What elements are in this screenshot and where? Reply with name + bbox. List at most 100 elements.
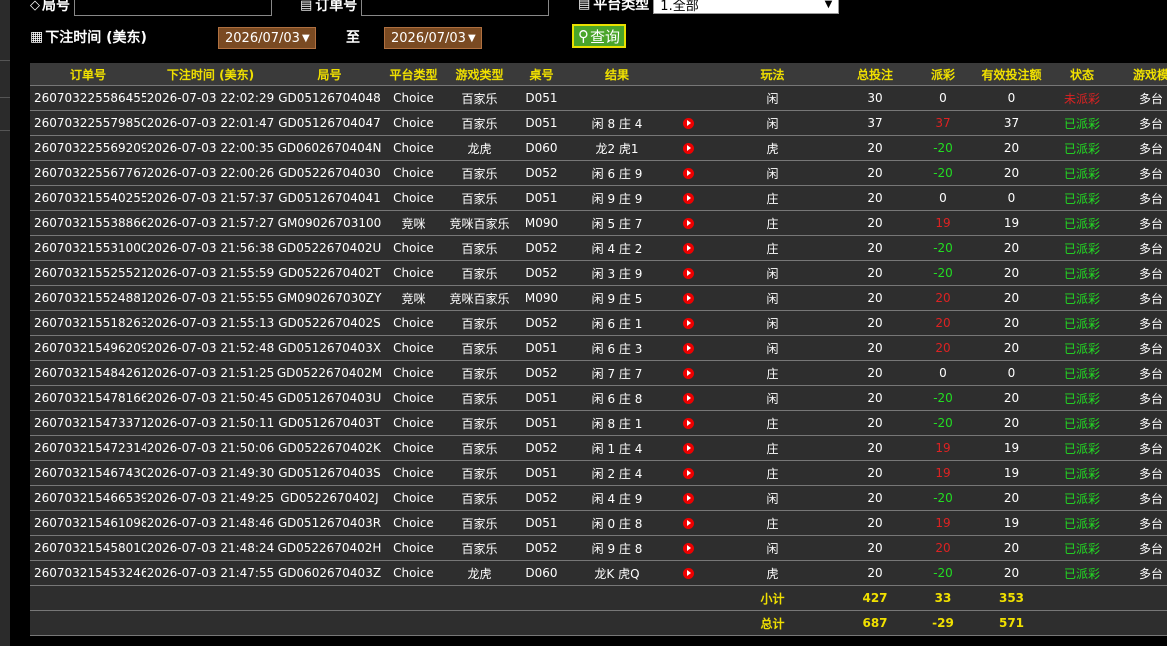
platform-select[interactable]: 1.全部 ▼	[653, 0, 840, 14]
cell-order: 260703225569209	[30, 135, 146, 161]
play-video-icon[interactable]	[683, 393, 694, 404]
date-from-picker[interactable]: 2026/07/03 ▼	[218, 27, 316, 49]
cell-round: GD0512670403U	[275, 385, 384, 411]
cell-replay[interactable]	[667, 160, 710, 186]
cell-order: 260703215458010	[30, 535, 146, 561]
play-video-icon[interactable]	[683, 468, 694, 479]
cell-replay[interactable]	[667, 335, 710, 361]
chevron-down-icon: ▼	[824, 0, 833, 10]
cell-round: GM09026703100	[275, 210, 384, 236]
cell-bet: 37	[835, 110, 915, 136]
cell-replay[interactable]	[667, 185, 710, 211]
play-video-icon[interactable]	[683, 343, 694, 354]
cell-table: D051	[516, 410, 567, 436]
play-video-icon[interactable]	[683, 143, 694, 154]
play-video-icon[interactable]	[683, 293, 694, 304]
play-video-icon[interactable]	[683, 418, 694, 429]
play-video-icon[interactable]	[683, 193, 694, 204]
col-payout: 派彩	[915, 63, 971, 86]
play-video-icon[interactable]	[683, 218, 694, 229]
table-row: 260703215458010 2026-07-03 21:48:24 GD0522…	[30, 535, 1167, 561]
cell-round: GD0522670402U	[275, 235, 384, 261]
cell-game: 百家乐	[443, 185, 516, 211]
date-to-picker[interactable]: 2026/07/03 ▼	[384, 27, 482, 49]
cell-table: D052	[516, 360, 567, 386]
play-video-icon[interactable]	[683, 318, 694, 329]
cell-bet: 20	[835, 210, 915, 236]
order-input[interactable]	[361, 0, 550, 16]
cell-bet: 20	[835, 135, 915, 161]
play-video-icon[interactable]	[683, 368, 694, 379]
cell-replay[interactable]	[667, 460, 710, 486]
cell-round: GD05226704030	[275, 160, 384, 186]
cell-payout: 20	[915, 535, 971, 561]
cell-game: 百家乐	[443, 410, 516, 436]
col-platform: 平台类型	[384, 63, 443, 86]
cell-replay[interactable]	[667, 485, 710, 511]
cell-result: 闲 5 庄 7	[567, 210, 667, 236]
cell-replay	[667, 85, 710, 111]
cell-status: 已派彩	[1052, 510, 1112, 536]
play-video-icon[interactable]	[683, 268, 694, 279]
play-video-icon[interactable]	[683, 243, 694, 254]
cell-replay[interactable]	[667, 210, 710, 236]
play-video-icon[interactable]	[683, 443, 694, 454]
cell-replay[interactable]	[667, 260, 710, 286]
cell-table: D051	[516, 335, 567, 361]
cell-status: 已派彩	[1052, 485, 1112, 511]
cell-order: 260703215518263	[30, 310, 146, 336]
cell-game: 百家乐	[443, 85, 516, 111]
cell-replay[interactable]	[667, 385, 710, 411]
cell-valid-bet: 20	[971, 310, 1052, 336]
cell-table: D051	[516, 185, 567, 211]
play-video-icon[interactable]	[683, 518, 694, 529]
cell-replay[interactable]	[667, 560, 710, 586]
cell-replay[interactable]	[667, 235, 710, 261]
table-row: 260703225586455 2026-07-03 22:02:29 GD0512…	[30, 85, 1167, 111]
round-input[interactable]	[74, 0, 272, 16]
cell-payout: -20	[915, 235, 971, 261]
cell-payout: 37	[915, 110, 971, 136]
cell-round: GM090267030ZY	[275, 285, 384, 311]
chevron-down-icon: ▼	[301, 32, 310, 44]
cell-table: D052	[516, 160, 567, 186]
cell-valid-bet: 37	[971, 110, 1052, 136]
col-order: 订单号	[30, 63, 146, 86]
cell-time: 2026-07-03 21:50:06	[146, 435, 275, 461]
query-button[interactable]: ⚲ 查询	[572, 24, 627, 48]
cell-game: 百家乐	[443, 485, 516, 511]
cell-order: 260703215484261	[30, 360, 146, 386]
cell-mode: 多台	[1112, 285, 1167, 311]
play-video-icon[interactable]	[683, 493, 694, 504]
left-sidebar-edge	[0, 0, 10, 646]
cell-time: 2026-07-03 21:48:24	[146, 535, 275, 561]
play-video-icon[interactable]	[683, 543, 694, 554]
cell-valid-bet: 20	[971, 135, 1052, 161]
table-row: 260703215467430 2026-07-03 21:49:30 GD0512…	[30, 460, 1167, 486]
cell-replay[interactable]	[667, 360, 710, 386]
cell-platform: 竞咪	[384, 210, 443, 236]
cell-replay[interactable]	[667, 435, 710, 461]
total-label: 总计	[710, 610, 835, 636]
play-video-icon[interactable]	[683, 118, 694, 129]
cell-time: 2026-07-03 22:01:47	[146, 110, 275, 136]
cell-replay[interactable]	[667, 110, 710, 136]
cell-play: 闲	[710, 335, 835, 361]
cell-time: 2026-07-03 21:55:55	[146, 285, 275, 311]
play-video-icon[interactable]	[683, 568, 694, 579]
round-label: ◇ 局号	[30, 0, 70, 15]
to-label: 至	[346, 30, 360, 46]
cell-round: GD0512670403T	[275, 410, 384, 436]
cell-replay[interactable]	[667, 535, 710, 561]
cell-replay[interactable]	[667, 510, 710, 536]
cell-status: 已派彩	[1052, 285, 1112, 311]
play-video-icon[interactable]	[683, 168, 694, 179]
cell-platform: Choice	[384, 535, 443, 561]
cell-mode: 多台	[1112, 535, 1167, 561]
cell-replay[interactable]	[667, 135, 710, 161]
cell-status: 已派彩	[1052, 560, 1112, 586]
cell-platform: Choice	[384, 410, 443, 436]
cell-replay[interactable]	[667, 285, 710, 311]
cell-replay[interactable]	[667, 410, 710, 436]
cell-replay[interactable]	[667, 310, 710, 336]
